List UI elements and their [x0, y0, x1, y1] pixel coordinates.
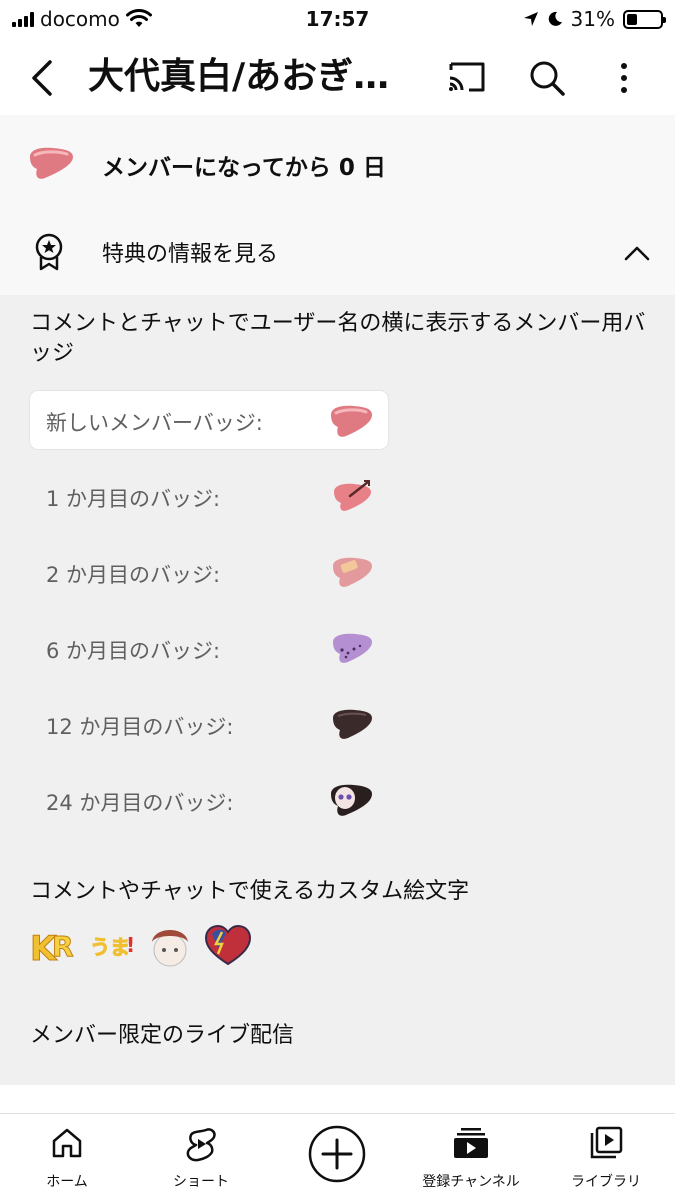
- chevron-up-icon[interactable]: [622, 238, 652, 268]
- badge-label-new: 新しいメンバーバッジ:: [46, 411, 263, 435]
- nav-library-label: ライブラリ: [571, 1174, 641, 1190]
- badge-label-6-months: 6 か月目のバッジ:: [46, 639, 221, 663]
- liver-badge-dark: [333, 709, 372, 739]
- perks-toggle-row[interactable]: 特典の情報を見る: [0, 210, 675, 295]
- status-bar: docomo 17:57 31%: [0, 0, 675, 40]
- battery-fill: [627, 13, 637, 25]
- cast-icon: [449, 62, 485, 92]
- liver-badge-icon: [30, 147, 73, 179]
- heart-lightning-emoji: [204, 924, 252, 966]
- member-live-title: メンバー限定のライブ配信: [30, 1023, 295, 1048]
- nav-home[interactable]: ホーム: [2, 1114, 132, 1200]
- shorts-icon: [186, 1128, 216, 1162]
- battery-percent: 31%: [570, 7, 615, 31]
- nav-subscriptions[interactable]: 登録チャンネル: [406, 1114, 536, 1200]
- award-badge-icon: [35, 233, 63, 271]
- create-plus-icon: [308, 1125, 366, 1183]
- nav-shorts-label: ショート: [173, 1174, 229, 1190]
- character-emoji: [152, 930, 188, 967]
- cast-button[interactable]: [445, 58, 489, 98]
- liver-badge-bandage: [333, 557, 372, 587]
- custom-emoji-row: K R うま !: [28, 920, 254, 970]
- battery-icon: [623, 9, 666, 29]
- nav-shorts[interactable]: ショート: [136, 1114, 266, 1200]
- kr-emoji: K R: [30, 929, 75, 970]
- status-right: 31%: [523, 7, 666, 31]
- nav-library[interactable]: ライブラリ: [541, 1114, 671, 1200]
- more-vertical-icon: [621, 63, 627, 93]
- back-button[interactable]: [22, 56, 66, 100]
- search-button[interactable]: [525, 56, 569, 100]
- custom-emoji-title: コメントやチャットで使えるカスタム絵文字: [30, 879, 470, 904]
- liver-badge-purple: [333, 633, 372, 663]
- home-icon: [52, 1128, 82, 1158]
- nav-subscriptions-label: 登録チャンネル: [422, 1174, 520, 1190]
- perks-panel: コメントとチャットでユーザー名の横に表示するメンバー用バッジ 新しいメンバーバッ…: [0, 295, 675, 1085]
- badge-label-24-months: 24 か月目のバッジ:: [46, 791, 234, 815]
- membership-duration: メンバーになってから 0 日: [102, 155, 386, 181]
- bottom-navigation: ホーム ショート 登録チャンネル ライブラリ: [0, 1113, 675, 1200]
- liver-badge-new: [331, 405, 372, 437]
- svg-text:!: !: [126, 933, 135, 957]
- channel-title: 大代真白/あおぎ…: [88, 56, 390, 97]
- subscriptions-icon: [454, 1128, 488, 1158]
- search-icon: [530, 61, 565, 96]
- library-icon: [590, 1126, 623, 1159]
- moon-icon: [548, 11, 562, 26]
- badge-label-1-month: 1 か月目のバッジ:: [46, 487, 221, 511]
- svg-text:R: R: [52, 930, 74, 963]
- nav-home-label: ホーム: [46, 1174, 88, 1190]
- liver-badge-face: [331, 784, 372, 816]
- membership-status-row: メンバーになってから 0 日: [0, 115, 675, 210]
- location-arrow-icon: [523, 12, 538, 26]
- liver-badge-arrow: [334, 480, 371, 511]
- more-options-button[interactable]: [604, 56, 644, 100]
- badge-label-12-months: 12 か月目のバッジ:: [46, 715, 234, 739]
- uta-emoji: うま !: [90, 933, 136, 960]
- perks-label: 特典の情報を見る: [102, 242, 279, 267]
- badge-label-2-months: 2 か月目のバッジ:: [46, 563, 221, 587]
- chevron-left-icon: [32, 60, 52, 96]
- app-header: 大代真白/あおぎ…: [0, 40, 675, 115]
- svg-text:うま: うま: [90, 935, 130, 959]
- create-button[interactable]: [307, 1124, 367, 1184]
- badges-description: コメントとチャットでユーザー名の横に表示するメンバー用バッジ: [30, 311, 646, 366]
